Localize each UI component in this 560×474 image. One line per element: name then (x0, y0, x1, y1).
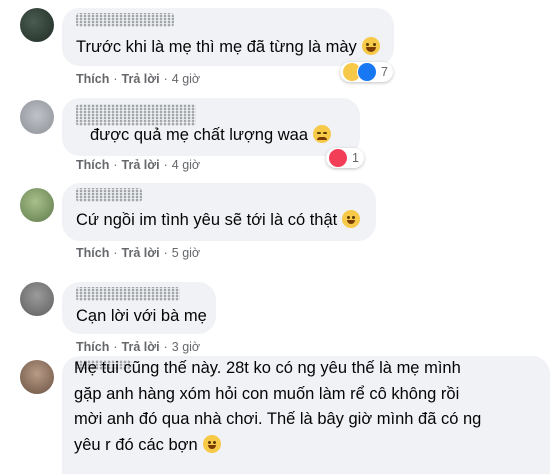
love-reaction-icon (328, 148, 348, 168)
reaction-count: 1 (352, 151, 359, 165)
comment-author-blurred[interactable] (76, 188, 142, 202)
like-reaction-icon (357, 62, 377, 82)
comment-author-blurred[interactable] (76, 13, 174, 27)
like-link[interactable]: Thích (76, 340, 109, 354)
comment-bubble: được quả mẹ chất lượng waa (62, 98, 360, 156)
comment-bubble: Cạn lời với bà mẹ (62, 282, 216, 334)
comment-actions: Thích · Trả lời · 3 giờ (76, 340, 201, 354)
reaction-summary[interactable]: 7 (340, 62, 393, 82)
comment-actions: Thích · Trả lời · 4 giờ (76, 158, 201, 172)
like-link[interactable]: Thích (76, 246, 109, 260)
comment-actions: Thích · Trả lời · 5 giờ (76, 246, 201, 260)
like-link[interactable]: Thích (76, 72, 109, 86)
timestamp[interactable]: 4 giờ (172, 72, 200, 86)
timestamp[interactable]: 4 giờ (172, 158, 200, 172)
reply-link[interactable]: Trả lời (122, 340, 160, 354)
avatar[interactable] (20, 360, 54, 394)
avatar[interactable] (20, 282, 54, 316)
reply-link[interactable]: Trả lời (122, 72, 160, 86)
grinning-emoji-icon (202, 434, 221, 453)
smiling-emoji-icon (342, 210, 361, 228)
comment-actions: Thích · Trả lời · 4 giờ (76, 72, 201, 86)
avatar[interactable] (20, 8, 54, 42)
disappointed-emoji-icon (313, 125, 332, 143)
avatar[interactable] (20, 100, 54, 134)
comment-bubble: Trước khi là mẹ thì mẹ đã từng là mày (62, 8, 394, 66)
reaction-summary[interactable]: 1 (326, 148, 364, 168)
avatar[interactable] (20, 188, 54, 222)
timestamp[interactable]: 5 giờ (172, 246, 200, 260)
reaction-count: 7 (381, 65, 388, 79)
comment-text: Mẹ tui cũng thế này. 28t ko có ng yêu th… (74, 359, 482, 454)
timestamp[interactable]: 3 giờ (172, 340, 200, 354)
reply-link[interactable]: Trả lời (122, 246, 160, 260)
like-link[interactable]: Thích (76, 158, 109, 172)
comment-author-blurred[interactable] (76, 287, 180, 301)
comment-bubble: Mẹ tui cũng thế này. 28t ko có ng yêu th… (62, 356, 550, 474)
comment-bubble: Cứ ngồi im tình yêu sẽ tới là có thật (62, 183, 376, 241)
comment-text: được quả mẹ chất lượng waa (90, 123, 332, 148)
laughing-emoji-icon (361, 37, 380, 55)
comment-text: Cạn lời với bà mẹ (76, 307, 207, 325)
comment-text: Trước khi là mẹ thì mẹ đã từng là mày (76, 35, 380, 60)
comment-text: Cứ ngồi im tình yêu sẽ tới là có thật (76, 208, 361, 233)
reply-link[interactable]: Trả lời (122, 158, 160, 172)
